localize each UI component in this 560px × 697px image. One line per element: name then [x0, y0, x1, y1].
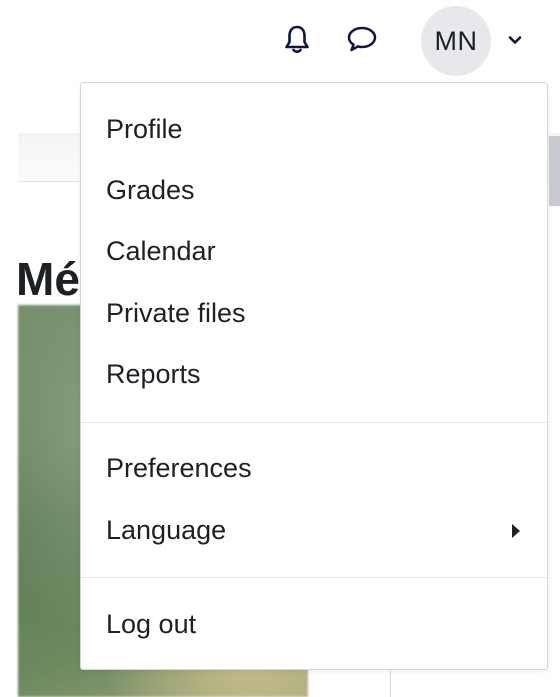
menu-item-profile[interactable]: Profile [106, 109, 183, 149]
user-dropdown-menu: Profile Grades Calendar Private files Re… [80, 82, 548, 670]
page-heading: Mé [16, 253, 80, 305]
chevron-down-icon [508, 36, 522, 44]
menu-item-reports[interactable]: Reports [106, 354, 201, 394]
menu-item-language[interactable]: Language [106, 510, 226, 550]
menu-divider [81, 577, 547, 578]
scrollbar-thumb[interactable] [549, 136, 560, 206]
speech-bubble-icon [347, 26, 377, 52]
messages-button[interactable] [345, 22, 379, 56]
top-navbar: MN [0, 0, 560, 80]
menu-item-calendar[interactable]: Calendar [106, 231, 216, 271]
bell-icon [285, 25, 309, 54]
menu-item-private-files[interactable]: Private files [106, 293, 246, 333]
menu-item-preferences[interactable]: Preferences [106, 448, 252, 488]
user-menu-toggle[interactable] [505, 30, 525, 50]
menu-divider [81, 422, 547, 423]
menu-item-log-out[interactable]: Log out [106, 604, 196, 644]
menu-item-grades[interactable]: Grades [106, 170, 195, 210]
user-avatar[interactable]: MN [421, 6, 491, 76]
caret-right-icon[interactable] [509, 521, 523, 541]
notifications-button[interactable] [280, 22, 314, 56]
